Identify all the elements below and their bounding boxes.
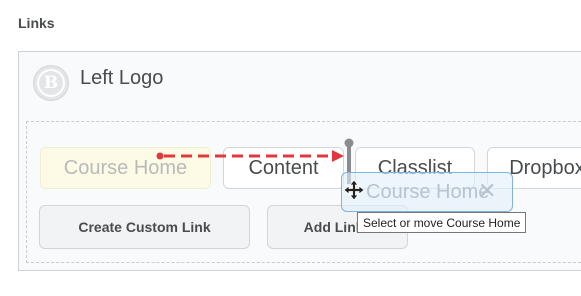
close-icon[interactable]: ✕ [478, 180, 496, 202]
section-title: Links [18, 15, 55, 31]
tooltip: Select or move Course Home [357, 212, 527, 233]
brand-logo-icon: B [33, 65, 69, 101]
logo-position-label: Left Logo [80, 67, 164, 89]
logo-letter: B [37, 69, 65, 97]
drag-direction-arrow-icon [156, 150, 344, 162]
move-cursor-icon [344, 180, 364, 200]
create-custom-link-button[interactable]: Create Custom Link [39, 205, 250, 249]
